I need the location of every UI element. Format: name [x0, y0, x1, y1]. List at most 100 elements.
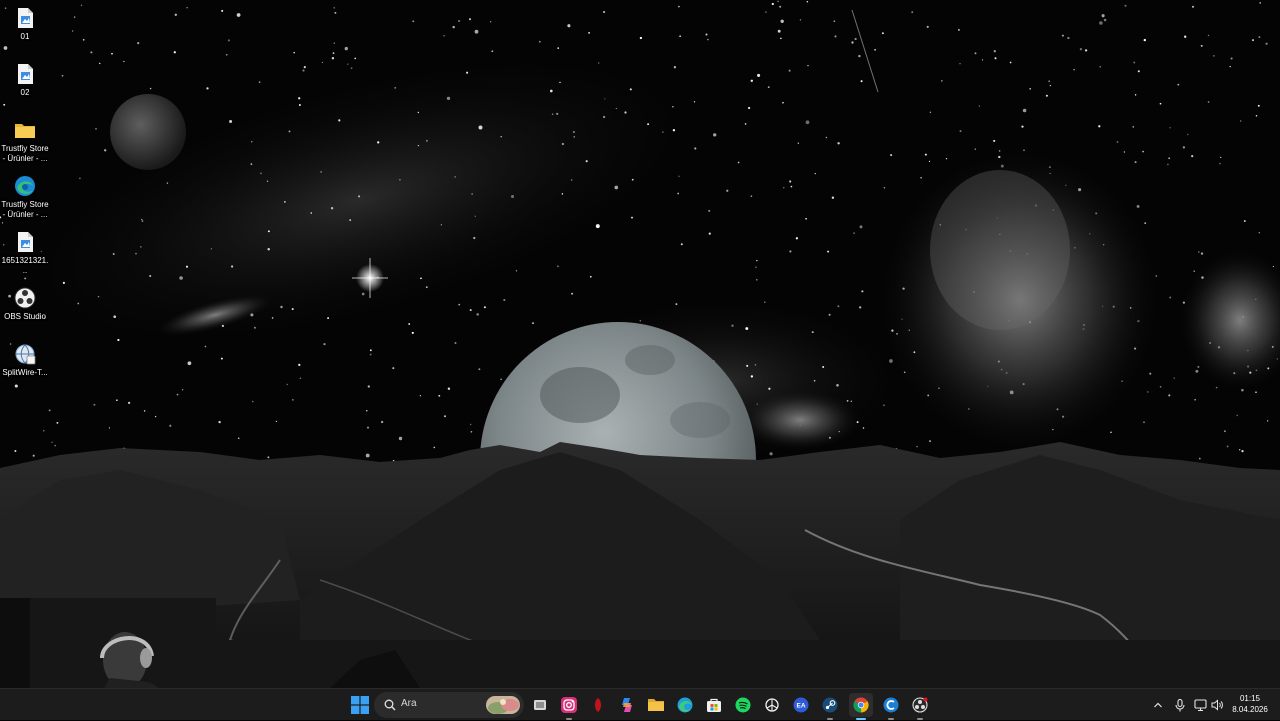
- star: [79, 177, 81, 180]
- desktop-icon-02[interactable]: 02: [0, 58, 50, 98]
- star: [557, 47, 560, 49]
- star: [97, 295, 100, 298]
- star: [127, 401, 131, 405]
- taskbar-app-spotify[interactable]: [731, 693, 755, 717]
- taskbar-app-ea[interactable]: EA: [789, 693, 813, 717]
- star: [573, 136, 575, 138]
- microphone-button[interactable]: [1172, 689, 1188, 721]
- volume-button[interactable]: [1209, 689, 1225, 721]
- star: [532, 322, 534, 324]
- star: [549, 89, 553, 93]
- star: [54, 444, 57, 447]
- start-button[interactable]: [348, 693, 372, 717]
- microphone-icon: [1175, 698, 1185, 711]
- taskbar-app-steam[interactable]: [818, 693, 842, 720]
- star: [220, 357, 223, 360]
- star: [883, 187, 886, 189]
- taskbar-app-obs[interactable]: [908, 693, 932, 720]
- desktop-icon-1651321321[interactable]: 1651321321...: [0, 226, 50, 276]
- taskbar-app-chatgpt[interactable]: [760, 693, 784, 717]
- star: [916, 445, 918, 448]
- taskbar-app-c[interactable]: [879, 693, 903, 720]
- star: [783, 187, 785, 189]
- star: [470, 430, 473, 433]
- desktop-icon-01[interactable]: 01: [0, 2, 50, 42]
- task-view-button[interactable]: [528, 693, 552, 717]
- red-app-icon: [595, 698, 601, 712]
- star: [1257, 104, 1260, 107]
- search-box[interactable]: Ara: [374, 692, 524, 718]
- star: [631, 178, 634, 181]
- star: [1198, 251, 1200, 253]
- star: [176, 393, 179, 396]
- star: [1142, 150, 1144, 153]
- star: [1266, 420, 1269, 422]
- star: [174, 13, 177, 16]
- star: [1200, 44, 1203, 47]
- desktop-icon-trustfiy-edge[interactable]: Trustfiy Store - Ürünler - ...: [0, 170, 50, 220]
- desktop-icon-label: 1651321321...: [1, 256, 49, 275]
- star: [303, 66, 306, 69]
- star: [993, 50, 996, 53]
- taskbar-app-store[interactable]: [702, 693, 726, 717]
- taskbar-app-instagram[interactable]: [557, 693, 581, 720]
- star: [675, 303, 678, 306]
- star: [585, 160, 588, 163]
- star: [1029, 88, 1031, 90]
- star: [624, 111, 627, 114]
- star: [221, 9, 224, 12]
- star: [123, 60, 125, 63]
- star: [298, 97, 301, 100]
- star: [267, 456, 270, 459]
- star: [1191, 154, 1194, 158]
- desktop-icon-trustfiy-folder[interactable]: Trustfiy Store - Ürünler - ...: [0, 114, 50, 164]
- star: [380, 420, 384, 424]
- star: [1236, 414, 1238, 417]
- star: [229, 119, 233, 124]
- star: [1182, 146, 1186, 149]
- star: [1207, 101, 1210, 103]
- star: [333, 7, 335, 9]
- star: [473, 236, 476, 240]
- star: [1116, 140, 1119, 143]
- star: [1168, 394, 1171, 397]
- star: [1226, 445, 1229, 448]
- star: [1159, 102, 1162, 105]
- star: [1220, 156, 1222, 159]
- star: [1098, 125, 1101, 128]
- star: [293, 51, 295, 54]
- star: [288, 130, 291, 133]
- star: [768, 387, 771, 390]
- clock[interactable]: 01:15 8.04.2026: [1226, 693, 1274, 715]
- star: [419, 395, 422, 397]
- star: [561, 193, 564, 195]
- star: [347, 63, 349, 65]
- star: [572, 130, 575, 134]
- star: [589, 275, 592, 278]
- star: [662, 131, 664, 133]
- star: [260, 172, 262, 175]
- star: [1169, 296, 1172, 299]
- star: [267, 230, 270, 233]
- desktop-icon-obs-studio[interactable]: OBS Studio: [0, 282, 50, 322]
- star: [974, 52, 977, 55]
- star: [419, 277, 422, 280]
- show-hidden-icons-button[interactable]: [1150, 689, 1166, 721]
- star: [258, 81, 261, 83]
- star: [330, 207, 334, 210]
- taskbar-app-edge[interactable]: [673, 693, 697, 717]
- star: [321, 61, 323, 64]
- star: [874, 48, 877, 51]
- star: [478, 125, 483, 130]
- taskbar-app-file-explorer[interactable]: [644, 693, 668, 717]
- taskbar-app-red[interactable]: [586, 693, 610, 717]
- desktop-icon-splitwire[interactable]: SplitWire-T...: [0, 338, 50, 378]
- star: [822, 366, 825, 368]
- network-button[interactable]: [1192, 689, 1208, 721]
- taskbar-app-chrome[interactable]: [849, 693, 873, 720]
- star: [310, 212, 313, 214]
- star: [369, 353, 372, 356]
- star: [769, 452, 773, 456]
- taskbar-app-copilot[interactable]: [615, 693, 639, 717]
- star: [1243, 220, 1246, 222]
